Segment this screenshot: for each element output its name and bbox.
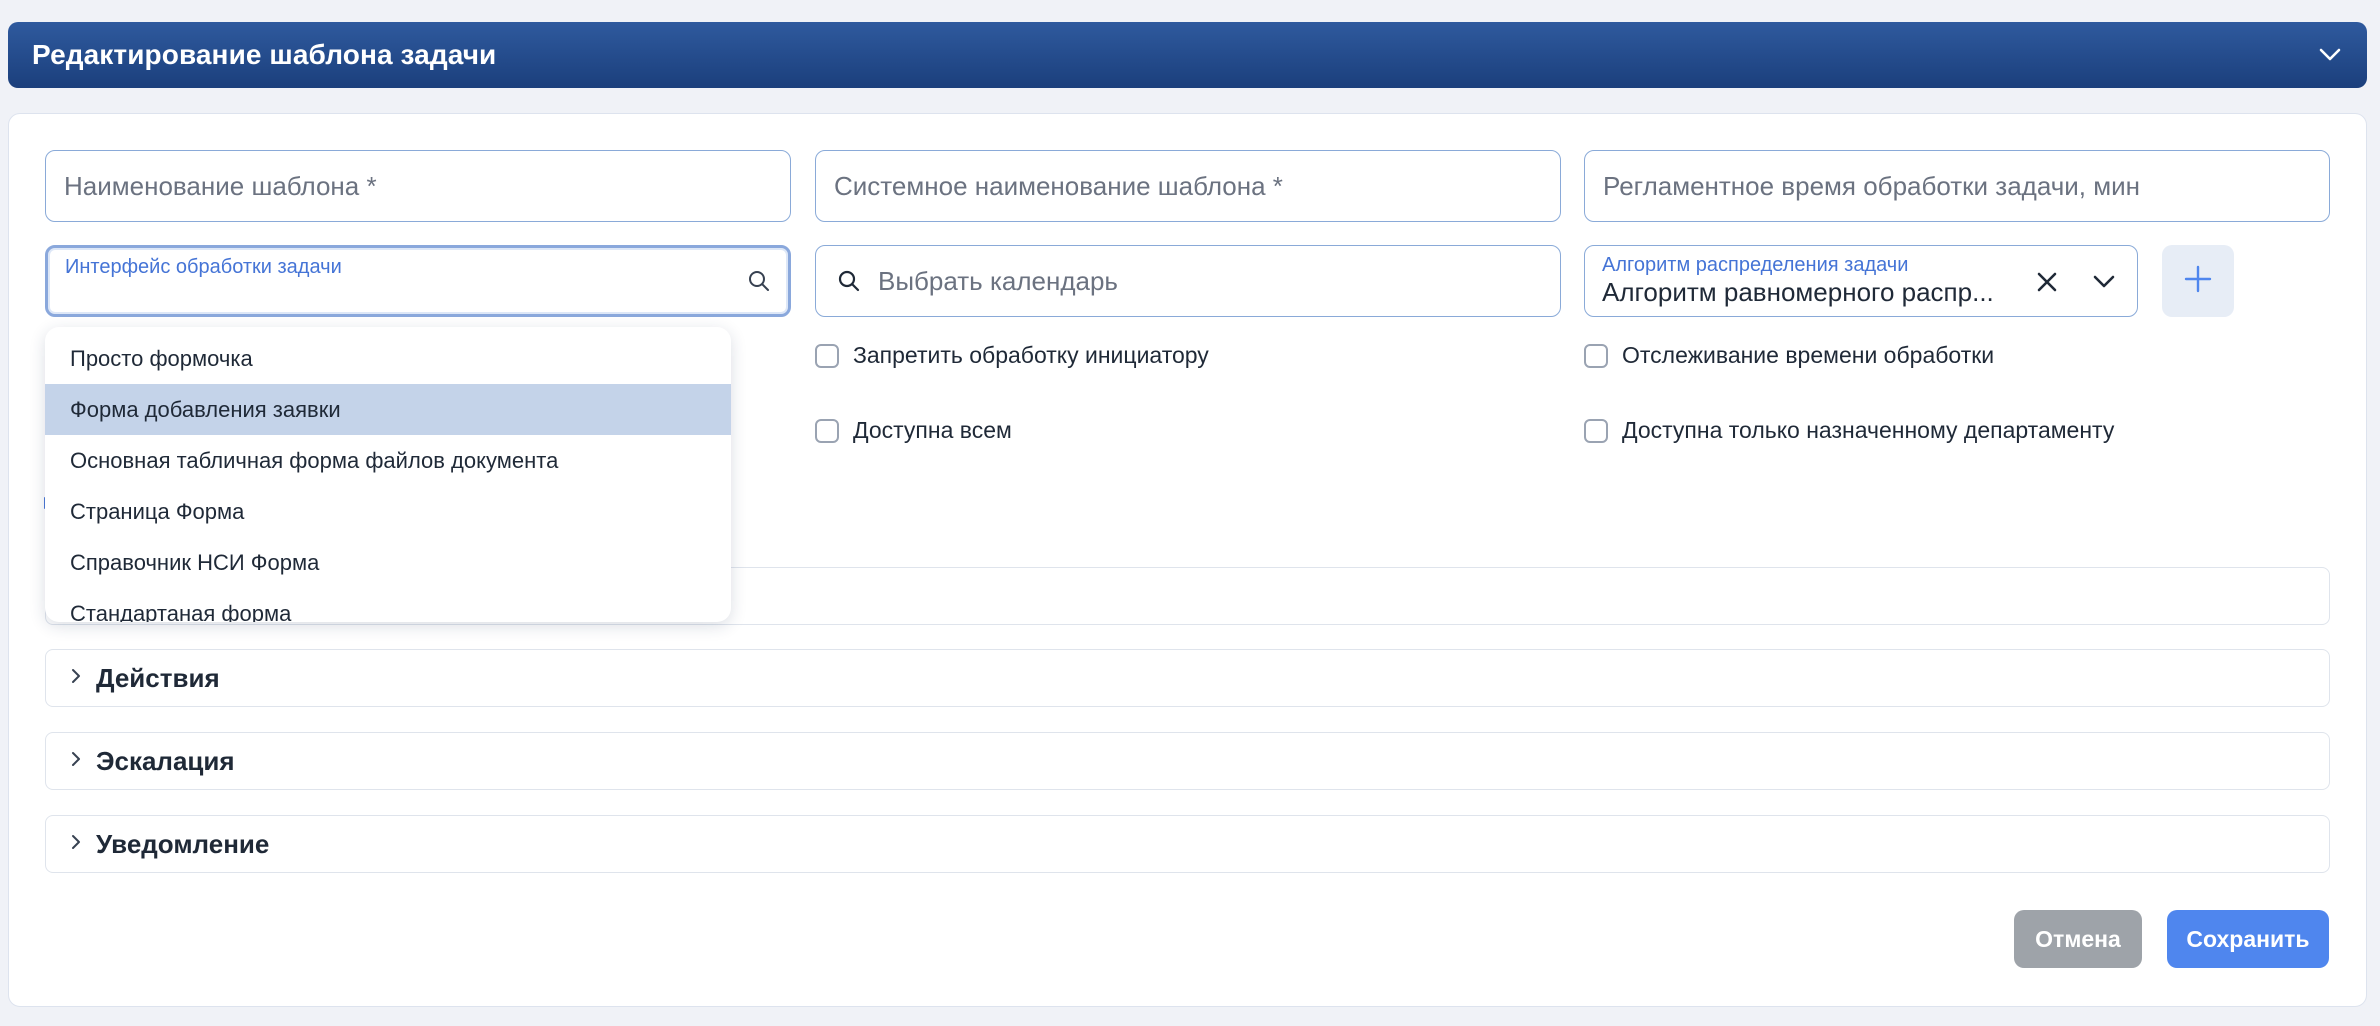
time-tracking-checkbox[interactable]: Отслеживание времени обработки (1584, 342, 1994, 369)
regulated-time-placeholder: Регламентное время обработки задачи, мин (1603, 170, 2141, 201)
algorithm-select[interactable]: Алгоритм распределения задачи Алгоритм р… (1584, 245, 2138, 317)
available-all-label: Доступна всем (853, 417, 1012, 443)
section-actions-title: Действия (96, 662, 220, 693)
interface-dropdown[interactable]: Просто формочка Форма добавления заявки … (45, 327, 731, 622)
dropdown-list: Просто формочка Форма добавления заявки … (45, 327, 731, 622)
dropdown-item-selected[interactable]: Форма добавления заявки (45, 384, 731, 435)
section-notification[interactable]: Уведомление (45, 815, 2330, 873)
dropdown-item[interactable]: Основная табличная форма файлов документ… (45, 435, 731, 486)
regulated-time-field[interactable]: Регламентное время обработки задачи, мин (1584, 150, 2330, 222)
section-escalation-title: Эскалация (96, 745, 235, 776)
algorithm-value: Алгоритм равномерного распр... (1602, 277, 1994, 307)
available-department-label: Доступна только назначенному департамент… (1622, 417, 2115, 443)
calendar-select[interactable]: Выбрать календарь (815, 245, 1561, 317)
interface-select[interactable]: Интерфейс обработки задачи (45, 245, 791, 317)
chevron-down-icon[interactable] (2315, 40, 2345, 70)
search-icon[interactable] (746, 268, 772, 294)
chevron-right-icon (70, 833, 82, 856)
add-algorithm-button[interactable] (2162, 245, 2234, 317)
section-notification-title: Уведомление (96, 828, 270, 859)
checkbox-box[interactable] (815, 343, 839, 368)
forbid-initiator-checkbox[interactable]: Запретить обработку инициатору (815, 342, 1209, 369)
checkbox-box[interactable] (1584, 343, 1608, 368)
section-actions[interactable]: Действия (45, 649, 2330, 707)
time-tracking-label: Отслеживание времени обработки (1622, 342, 1995, 368)
search-icon (836, 268, 862, 294)
template-name-field[interactable]: Наименование шаблона * (45, 150, 791, 222)
forbid-initiator-label: Запретить обработку инициатору (853, 342, 1209, 368)
plus-icon (2183, 264, 2213, 299)
checkbox-box[interactable] (1584, 418, 1608, 443)
dropdown-item[interactable]: Справочник НСИ Форма (45, 537, 731, 588)
section-escalation[interactable]: Эскалация (45, 732, 2330, 790)
page-header[interactable]: Редактирование шаблона задачи (8, 22, 2367, 88)
system-name-field[interactable]: Системное наименование шаблона * (815, 150, 1561, 222)
available-all-checkbox[interactable]: Доступна всем (815, 417, 1012, 444)
template-name-placeholder: Наименование шаблона * (64, 170, 377, 201)
checkbox-box[interactable] (815, 418, 839, 443)
chevron-right-icon (70, 667, 82, 690)
dropdown-item[interactable]: Стандартаная форма (45, 588, 731, 623)
save-button[interactable]: Сохранить (2167, 910, 2329, 968)
calendar-placeholder: Выбрать календарь (878, 265, 1118, 296)
chevron-down-icon[interactable] (2091, 269, 2117, 295)
algorithm-label: Алгоритм распределения задачи (1602, 254, 1909, 276)
dropdown-item[interactable]: Страница Форма (45, 486, 731, 537)
dropdown-item[interactable]: Просто формочка (45, 333, 731, 384)
close-icon[interactable] (2034, 269, 2060, 295)
cancel-button[interactable]: Отмена (2014, 910, 2142, 968)
system-name-placeholder: Системное наименование шаблона * (834, 170, 1283, 201)
available-department-checkbox[interactable]: Доступна только назначенному департамент… (1584, 417, 2114, 444)
chevron-right-icon (70, 750, 82, 773)
page-title: Редактирование шаблона задачи (32, 39, 497, 70)
interface-label: Интерфейс обработки задачи (65, 256, 342, 278)
